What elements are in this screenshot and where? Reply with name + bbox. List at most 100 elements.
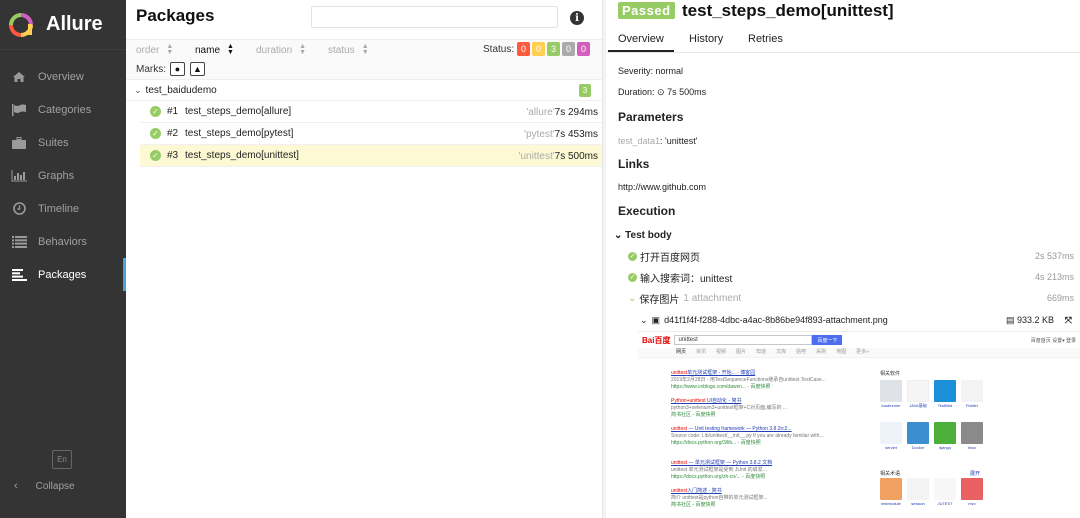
sidebar-item-graphs[interactable]: Graphs (0, 159, 126, 192)
bomb-mark-toggle[interactable]: ● (170, 62, 185, 76)
link[interactable]: http://www.github.com (618, 182, 706, 192)
test-duration: 7s 500ms (554, 151, 598, 162)
bomb-icon: ● (174, 64, 181, 74)
tile-image (907, 380, 929, 402)
chevron-down-icon: ⌄ (614, 230, 626, 241)
chevron-down-icon: ⌄ (134, 84, 142, 95)
attachment-row[interactable]: ⌄ ▣ d41f1f4f-f288-4dbc-a4ac-8b86be94f893… (640, 312, 1074, 328)
preview-nav-item: 采购 (816, 349, 827, 355)
tab-history[interactable]: History (689, 33, 723, 45)
step-expanded[interactable]: ⌄ 保存图片 1 attachment 669ms (628, 290, 1074, 306)
test-number: #1 (167, 106, 179, 117)
test-body-toggle[interactable]: ⌄ Test body (614, 230, 672, 241)
flaky-mark-toggle[interactable]: ▲ (190, 62, 205, 76)
baidu-logo: Bai百度 (642, 335, 671, 345)
chevron-down-icon: ⌄ (628, 292, 637, 304)
detail-tabs: Overview History Retries (606, 27, 1080, 53)
result-title: — Unit testing framework — Python 3.8.2r… (687, 426, 792, 432)
sidebar-item-label: Timeline (38, 202, 80, 215)
list-icon (10, 235, 28, 249)
result-url: 简书社区 - 百度快照 (671, 412, 716, 418)
step-name: 保存图片 (639, 294, 680, 306)
step-time: 2s 537ms (1034, 251, 1074, 261)
test-name: test_steps_demo[allure] (185, 106, 292, 117)
preview-nav-item: 网页 (676, 349, 687, 355)
tile-image (880, 380, 902, 402)
test-duration: 7s 294ms (554, 107, 598, 118)
duration: Duration: ⊙ 7s 500ms (618, 87, 706, 98)
status-passed-toggle[interactable]: 3 (547, 42, 560, 56)
preview-result: unittest单元测试框架 - 开始... - 博客园 2019年2月28日 … (671, 370, 831, 391)
param-name: test_data1 (618, 136, 661, 146)
sort-label: order (136, 44, 160, 56)
status-broken-toggle[interactable]: 0 (532, 42, 545, 56)
tile-image (961, 380, 983, 402)
sidebar-item-timeline[interactable]: Timeline (0, 192, 126, 225)
status-badge: Passed (618, 2, 675, 19)
result-url: https://docs.python.org/3/lib... - 百度快照 (671, 440, 761, 446)
expand-icon[interactable]: ⤧ (1065, 315, 1072, 326)
result-desc: 简介 unittest是python自带的单元测试框架... (671, 495, 768, 501)
language-switch[interactable]: En (52, 450, 72, 469)
status-failed-toggle[interactable]: 0 (517, 42, 530, 56)
align-left-icon (10, 268, 28, 282)
step[interactable]: ✓ 打开百度网页 2s 537ms (628, 248, 1074, 264)
chevron-left-icon: ‹ (14, 480, 18, 492)
test-row[interactable]: ✓ #1 test_steps_demo[allure] 'allure' 7s … (140, 101, 602, 123)
page-title: Packages (136, 6, 215, 25)
group-name: test_baidudemo (145, 84, 217, 96)
passed-icon: ✓ (628, 251, 637, 261)
sidebar-item-suites[interactable]: Suites (0, 126, 126, 159)
tab-retries[interactable]: Retries (748, 33, 783, 45)
sort-status[interactable]: status ▲ ▼ (328, 43, 369, 56)
result-title-keyword: unittest (671, 426, 688, 432)
tile-label: mvc (968, 501, 976, 506)
passed-icon: ✓ (150, 150, 161, 161)
collapse-label: Collapse (35, 480, 75, 492)
sidebar-item-packages[interactable]: Packages (0, 258, 126, 291)
sidebar-item-label: Graphs (38, 169, 75, 182)
marks-label: Marks: (136, 64, 166, 75)
tile-label: Docker (911, 445, 925, 450)
tile-image (934, 422, 956, 444)
info-icon[interactable]: i (570, 11, 584, 25)
preview-side-heading: 相关软件 (880, 371, 901, 377)
search-input[interactable] (311, 6, 558, 28)
sort-arrows-icon: ▲ ▼ (227, 43, 234, 56)
save-icon: ▤ (1005, 314, 1017, 325)
preview-nav-item: 更多» (856, 349, 869, 355)
size-value: 933.2 KB (1016, 314, 1054, 325)
attachment-preview[interactable]: Bai百度 unittest 百度一下 百度首页 设置▾ 登录 网页 资讯 视频… (638, 331, 1080, 518)
preview-result: unittest — Unit testing framework — Pyth… (671, 426, 831, 447)
step-name: 打开百度网页 (640, 252, 700, 264)
tab-overview[interactable]: Overview (608, 33, 674, 52)
sidebar-item-categories[interactable]: Categories (0, 93, 126, 126)
sidebar-item-behaviors[interactable]: Behaviors (0, 225, 126, 258)
result-desc: python3+selenium3+unittest框架+C对页面,编写的 ..… (671, 405, 788, 411)
sort-order[interactable]: order ▲ ▼ (136, 43, 173, 56)
test-row-selected[interactable]: ✓ #3 test_steps_demo[unittest] 'unittest… (140, 145, 602, 167)
status-filter: 0 0 3 0 0 (517, 42, 590, 56)
preview-query: unittest (674, 335, 813, 345)
preview-nav-item: 地图 (836, 349, 847, 355)
test-row[interactable]: ✓ #2 test_steps_demo[pytest] 'pytest' 7s … (140, 123, 602, 145)
result-title: — 单元测试框架 — Python 3.8.2 文档 (687, 460, 773, 466)
sidebar: Allure Overview Categories Suites Graphs… (0, 0, 126, 518)
sidebar-item-overview[interactable]: Overview (0, 60, 126, 93)
tile-label: loadrunner (881, 403, 901, 408)
status-skipped-toggle[interactable]: 0 (562, 42, 575, 56)
logo[interactable]: Allure (0, 0, 126, 50)
collapse-button[interactable]: ‹ Collapse (14, 480, 75, 492)
status-unknown-toggle[interactable]: 0 (577, 42, 590, 56)
sort-arrows-icon: ▲ ▼ (361, 43, 369, 56)
preview-sidebar: 相关软件 loadrunner JAVA基础 TestBird Fiddler … (880, 370, 1030, 506)
tile-label: JAVA基础 (909, 403, 927, 408)
sort-duration[interactable]: duration ▲ ▼ (256, 43, 306, 56)
step[interactable]: ✓ 输入搜索词：unittest 4s 213ms (628, 269, 1074, 285)
package-group[interactable]: ⌄ test_baidudemo 3 (126, 80, 602, 101)
marks-bar: Marks: ● ▲ (126, 60, 602, 80)
tile-image (907, 422, 929, 444)
packages-panel: Packages i order ▲ ▼ name ▲ ▼ duration ▲ ▼ sta… (126, 0, 602, 518)
group-count-badge: 3 (579, 84, 591, 97)
sort-name[interactable]: name ▲ ▼ (195, 43, 234, 56)
